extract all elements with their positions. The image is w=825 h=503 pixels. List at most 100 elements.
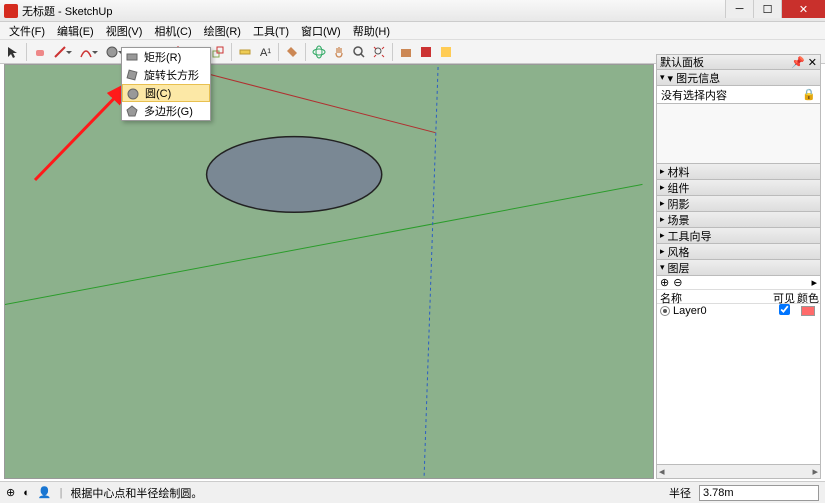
arc-tool[interactable] (77, 43, 95, 61)
col-name[interactable]: 名称 (657, 290, 772, 303)
menu-file[interactable]: 文件(F) (4, 22, 50, 40)
layers-toolbar: ⊕ ⊖ ▸ (657, 276, 820, 290)
tape-tool[interactable] (236, 43, 254, 61)
scene-canvas (5, 65, 653, 478)
layer-name: Layer0 (673, 305, 707, 317)
active-layer-radio[interactable] (660, 306, 670, 316)
entity-info-text: 没有选择内容 (661, 87, 727, 103)
menu-window[interactable]: 窗口(W) (296, 22, 346, 40)
layout-icon[interactable] (437, 43, 455, 61)
shape-dropdown: 矩形(R) 旋转长方形 圆(C) 多边形(G) (121, 47, 211, 121)
separator (231, 43, 232, 61)
tray-title-label: 默认面板 (660, 54, 704, 70)
dropdown-rectangle[interactable]: 矩形(R) (122, 48, 210, 66)
zoom-tool[interactable] (350, 43, 368, 61)
orbit-tool[interactable] (310, 43, 328, 61)
credits-icon[interactable]: ◐ (23, 487, 30, 499)
menu-camera[interactable]: 相机(C) (149, 22, 196, 40)
menu-tools[interactable]: 工具(T) (248, 22, 294, 40)
scale-tool[interactable] (209, 43, 227, 61)
section-label: 工具向导 (668, 228, 712, 244)
viewport-3d[interactable] (4, 64, 654, 479)
layers-empty-area (657, 318, 820, 464)
entity-info-label: ▾ 图元信息 (668, 70, 721, 86)
entity-info-body: 没有选择内容 🔒 (656, 86, 821, 104)
dropdown-label: 旋转长方形 (144, 67, 199, 83)
layers-panel: ⊕ ⊖ ▸ 名称 可见 颜色 Layer0 (656, 276, 821, 465)
measurement-label: 半径 (669, 485, 691, 501)
lock-icon[interactable]: 🔒 (802, 88, 816, 101)
select-tool[interactable] (4, 43, 22, 61)
menu-view[interactable]: 视图(V) (101, 22, 148, 40)
eraser-tool[interactable] (31, 43, 49, 61)
person-icon[interactable]: 👤 (38, 486, 52, 499)
extension-icon[interactable] (417, 43, 435, 61)
tray-panel: 默认面板 📌 ✕ ▾ 图元信息 没有选择内容 🔒 材料 组件 阴影 场景 工具向… (656, 54, 821, 479)
circle-icon (126, 87, 140, 101)
scrollbar-horizontal[interactable]: ◂▸ (656, 465, 821, 479)
layer-menu-icon[interactable]: ▸ (811, 276, 817, 289)
section-scenes[interactable]: 场景 (656, 212, 821, 228)
section-label: 阴影 (668, 196, 690, 212)
section-components[interactable]: 组件 (656, 180, 821, 196)
layer-row[interactable]: Layer0 (657, 304, 820, 318)
app-icon (4, 4, 18, 18)
measurement-input[interactable] (699, 485, 819, 501)
svg-text:A¹: A¹ (260, 47, 271, 59)
window-title: 无标题 - SketchUp (22, 3, 112, 19)
zoom-extents-tool[interactable] (370, 43, 388, 61)
entity-info-header[interactable]: ▾ 图元信息 (656, 70, 821, 86)
dropdown-rotated-rect[interactable]: 旋转长方形 (122, 66, 210, 84)
warehouse-icon[interactable] (397, 43, 415, 61)
geo-icon[interactable]: ⊕ (6, 486, 15, 499)
separator (305, 43, 306, 61)
circle-face (207, 137, 382, 213)
menubar: 文件(F) 编辑(E) 视图(V) 相机(C) 绘图(R) 工具(T) 窗口(W… (0, 22, 825, 40)
dropdown-label: 多边形(G) (144, 103, 193, 119)
section-label: 组件 (668, 180, 690, 196)
layer-visible-checkbox[interactable] (779, 304, 790, 315)
close-button[interactable]: ✕ (781, 0, 825, 18)
dropdown-circle[interactable]: 圆(C) (122, 84, 210, 102)
section-label: 图层 (668, 260, 690, 276)
pan-tool[interactable] (330, 43, 348, 61)
menu-edit[interactable]: 编辑(E) (52, 22, 99, 40)
dropdown-polygon[interactable]: 多边形(G) (122, 102, 210, 120)
tray-title[interactable]: 默认面板 📌 ✕ (656, 54, 821, 70)
titlebar: 无标题 - SketchUp ─ ☐ ✕ (0, 0, 825, 22)
section-label: 风格 (668, 244, 690, 260)
polygon-icon (125, 104, 139, 118)
section-layers[interactable]: 图层 (656, 260, 821, 276)
col-visible[interactable]: 可见 (772, 290, 796, 303)
menu-help[interactable]: 帮助(H) (348, 22, 395, 40)
statusbar: ⊕ ◐ 👤 | 根据中心点和半径绘制圆。 半径 (0, 481, 825, 503)
text-tool[interactable]: A¹ (256, 43, 274, 61)
shape-tool[interactable] (103, 43, 121, 61)
axis-blue (424, 65, 439, 478)
maximize-button[interactable]: ☐ (753, 0, 781, 18)
window-controls: ─ ☐ ✕ (725, 0, 825, 18)
separator (392, 43, 393, 61)
col-color[interactable]: 颜色 (796, 290, 820, 303)
minimize-button[interactable]: ─ (725, 0, 753, 18)
section-label: 材料 (668, 164, 690, 180)
dropdown-label: 圆(C) (145, 85, 171, 101)
paint-tool[interactable] (283, 43, 301, 61)
layers-header: 名称 可见 颜色 (657, 290, 820, 304)
section-materials[interactable]: 材料 (656, 164, 821, 180)
menu-draw[interactable]: 绘图(R) (199, 22, 246, 40)
add-layer-icon[interactable]: ⊕ (660, 276, 669, 289)
section-instructor[interactable]: 工具向导 (656, 228, 821, 244)
rotated-rect-icon (125, 68, 139, 82)
status-hint: 根据中心点和半径绘制圆。 (70, 485, 202, 501)
remove-layer-icon[interactable]: ⊖ (673, 276, 682, 289)
line-tool[interactable] (51, 43, 69, 61)
rectangle-icon (125, 50, 139, 64)
pin-icon[interactable]: 📌 ✕ (791, 56, 817, 69)
section-styles[interactable]: 风格 (656, 244, 821, 260)
layer-color-swatch[interactable] (801, 306, 815, 316)
dropdown-label: 矩形(R) (144, 49, 181, 65)
section-label: 场景 (668, 212, 690, 228)
separator (26, 43, 27, 61)
section-shadows[interactable]: 阴影 (656, 196, 821, 212)
